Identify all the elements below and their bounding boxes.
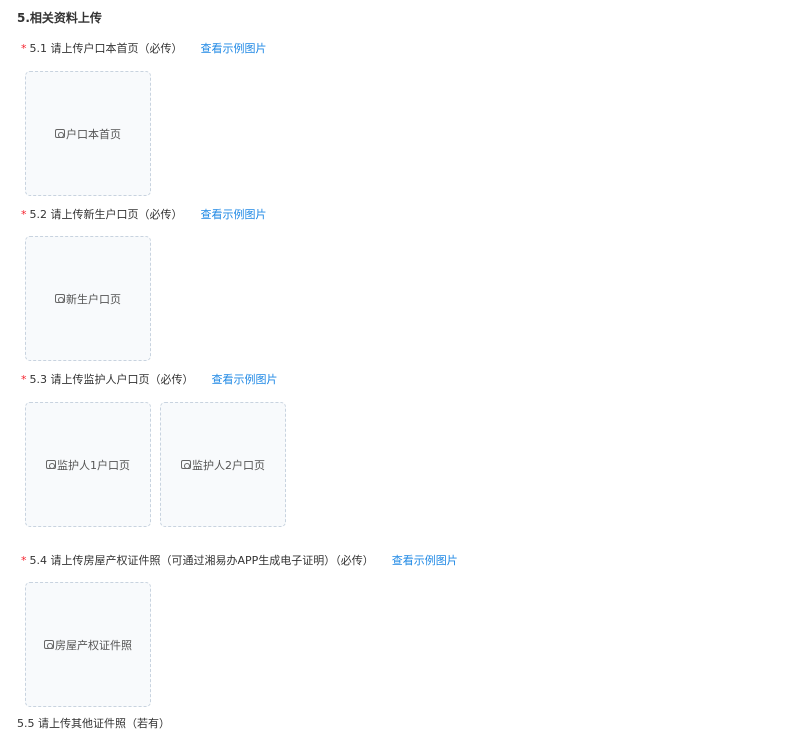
field-label-5-1: * 5.1 请上传户口本首页（必传） 查看示例图片	[21, 40, 267, 56]
field-label-text: 5.4 请上传房屋产权证件照（可通过湘易办APP生成电子证明）（必传）	[29, 554, 374, 567]
field-label-5-4: * 5.4 请上传房屋产权证件照（可通过湘易办APP生成电子证明）（必传） 查看…	[21, 552, 458, 568]
view-example-link[interactable]: 查看示例图片	[201, 206, 267, 222]
upload-label: 户口本首页	[66, 127, 121, 141]
field-label-5-3: * 5.3 请上传监护人户口页（必传） 查看示例图片	[21, 371, 278, 387]
upload-label: 新生户口页	[66, 292, 121, 306]
view-example-link[interactable]: 查看示例图片	[392, 552, 458, 568]
camera-icon	[181, 460, 191, 469]
required-mark: *	[21, 207, 27, 221]
upload-guardian2-page[interactable]: 监护人2户口页	[160, 402, 286, 527]
field-label-text: 5.2 请上传新生户口页（必传）	[29, 208, 183, 221]
view-example-link[interactable]: 查看示例图片	[212, 371, 278, 387]
camera-icon	[55, 129, 65, 138]
upload-label: 监护人1户口页	[57, 458, 130, 472]
field-label-text: 5.1 请上传户口本首页（必传）	[29, 42, 183, 55]
camera-icon	[44, 640, 54, 649]
required-mark: *	[21, 553, 27, 567]
camera-icon	[46, 460, 56, 469]
field-label-text: 5.5 请上传其他证件照（若有）	[17, 717, 170, 730]
section-title: 5.相关资料上传	[17, 11, 102, 25]
required-mark: *	[21, 41, 27, 55]
upload-guardian1-page[interactable]: 监护人1户口页	[25, 402, 151, 527]
required-mark: *	[21, 372, 27, 386]
upload-label: 房屋产权证件照	[55, 638, 132, 652]
field-label-text: 5.3 请上传监护人户口页（必传）	[29, 373, 194, 386]
view-example-link[interactable]: 查看示例图片	[201, 40, 267, 56]
field-label-5-2: * 5.2 请上传新生户口页（必传） 查看示例图片	[21, 206, 267, 222]
upload-newborn-page[interactable]: 新生户口页	[25, 236, 151, 361]
upload-label: 监护人2户口页	[192, 458, 265, 472]
camera-icon	[55, 294, 65, 303]
field-label-5-5: 5.5 请上传其他证件照（若有）	[17, 715, 170, 731]
upload-property-certificate[interactable]: 房屋产权证件照	[25, 582, 151, 707]
upload-hukou-first-page[interactable]: 户口本首页	[25, 71, 151, 196]
upload-section: 5.相关资料上传 * 5.1 请上传户口本首页（必传） 查看示例图片 户口本首页…	[0, 0, 800, 740]
